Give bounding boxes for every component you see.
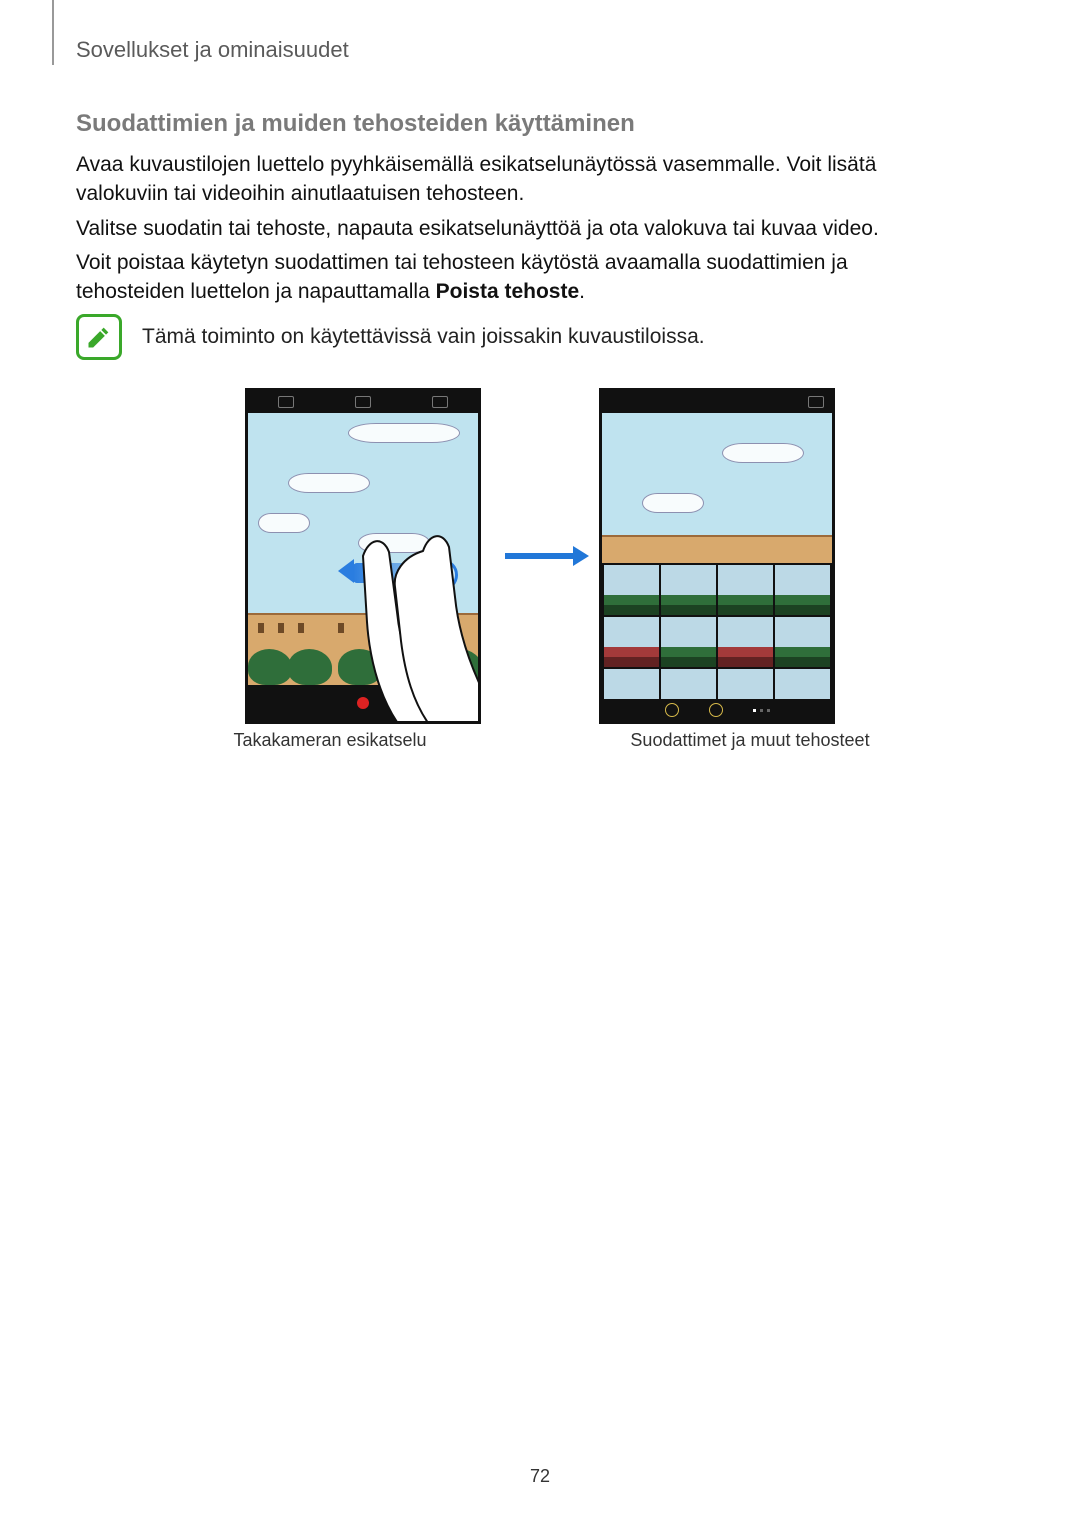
filter-thumbnail [604, 617, 659, 667]
filters-pane [602, 413, 832, 699]
filters-topbar [602, 391, 832, 413]
paragraph-2: Valitse suodatin tai tehoste, napauta es… [76, 214, 956, 243]
paragraph-1: Avaa kuvaustilojen luettelo pyyhkäisemäl… [76, 150, 956, 209]
phone-illustration-right [599, 388, 835, 724]
paragraph-3: Voit poistaa käytetyn suodattimen tai te… [76, 248, 956, 307]
page-dots [753, 709, 770, 712]
filter-thumbnail [718, 565, 773, 615]
note-text: Tämä toiminto on käytettävissä vain jois… [142, 314, 705, 351]
filter-thumbnail [604, 565, 659, 615]
hand-gesture-icon [248, 391, 478, 721]
cloud-icon [722, 443, 804, 463]
close-icon [808, 396, 824, 408]
filter-thumbnail [661, 565, 716, 615]
figure-row [190, 388, 890, 724]
phone-illustration-left [245, 388, 481, 724]
smiley-icon [709, 703, 723, 717]
filters-bottom-bar [602, 699, 832, 721]
figure-captions: Takakameran esikatselu Suodattimet ja mu… [190, 730, 890, 751]
cloud-icon [642, 493, 704, 513]
section-heading: Suodattimien ja muiden tehosteiden käytt… [76, 110, 635, 138]
buildings-graphic [602, 535, 832, 563]
caption-left: Takakameran esikatselu [190, 730, 470, 751]
filter-thumbnail [775, 617, 830, 667]
running-header: Sovellukset ja ominaisuudet [76, 37, 349, 63]
filters-preview [602, 413, 832, 563]
note-icon [76, 314, 122, 360]
document-page: Sovellukset ja ominaisuudet Suodattimien… [0, 0, 1080, 1527]
transition-arrow-icon [505, 553, 575, 559]
margin-line [52, 0, 54, 65]
page-number: 72 [0, 1466, 1080, 1487]
filter-thumbnail [718, 617, 773, 667]
note-pencil-icon [85, 323, 113, 351]
filter-grid [602, 563, 832, 721]
paragraph-3-bold: Poista tehoste [436, 280, 580, 303]
smiley-icon [665, 703, 679, 717]
caption-right: Suodattimet ja muut tehosteet [610, 730, 890, 751]
filter-thumbnail [775, 565, 830, 615]
filter-thumbnail [661, 617, 716, 667]
paragraph-3-post: . [579, 280, 585, 303]
note-callout: Tämä toiminto on käytettävissä vain jois… [76, 314, 705, 360]
